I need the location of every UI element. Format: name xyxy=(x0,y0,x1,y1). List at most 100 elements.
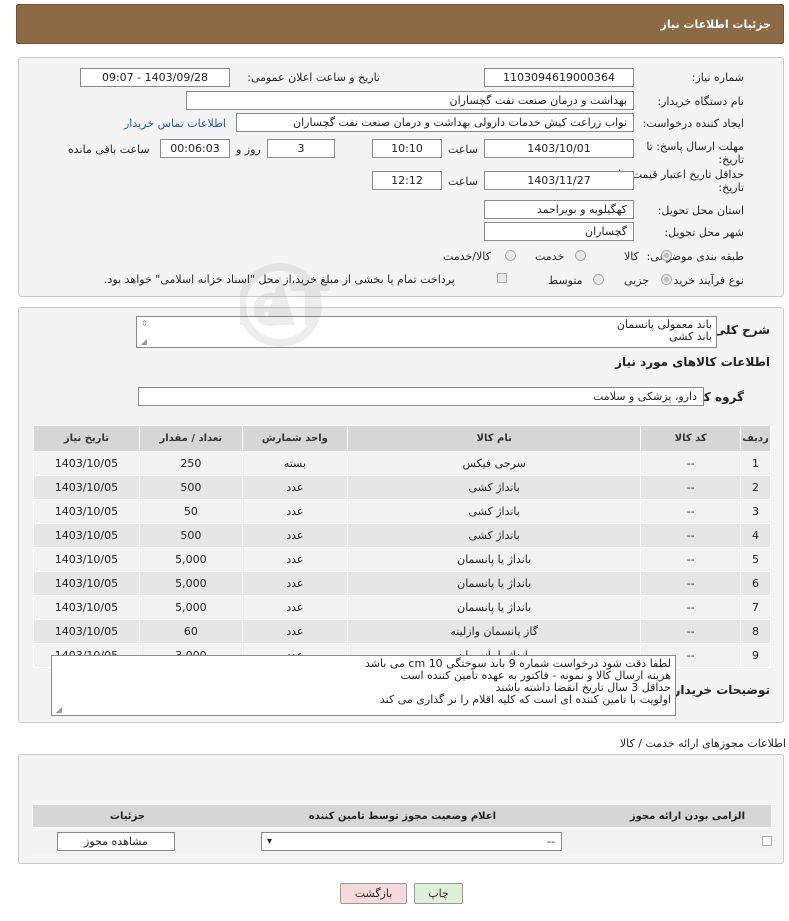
cell-name: گاز پانسمان وازلینه xyxy=(346,619,642,644)
city-field: گچساران xyxy=(484,222,634,241)
permit-status-value: -- xyxy=(547,835,555,848)
treasury-payment-checkbox[interactable] xyxy=(497,273,507,283)
permits-col-required: الزامی بودن ارائه مجوز xyxy=(629,811,745,822)
scroll-arrows-icon[interactable]: ⇳ xyxy=(141,318,148,330)
print-button[interactable]: چاپ xyxy=(414,883,463,904)
requester-field: نواب زراعت کیش خدمات دارولی بهداشت و درم… xyxy=(236,113,634,132)
col-date: تاریخ نیاز xyxy=(33,425,140,452)
validity-date-field: 1403/11/27 xyxy=(484,171,634,190)
permit-status-select[interactable]: ▾ -- xyxy=(261,832,562,851)
table-row: 8 -- گاز پانسمان وازلینه عدد 60 1403/10/05 xyxy=(33,619,771,644)
validity-label: حداقل تاریخ اعتبار قیمت: تا xyxy=(618,168,744,181)
need-number-field: 1103094619000364 xyxy=(484,68,634,87)
cell-name: بانداژ یا پانسمان xyxy=(346,547,642,572)
cell-date: 1403/10/05 xyxy=(33,523,140,548)
process-radio-medium[interactable] xyxy=(593,274,604,285)
remaining-time-field: 00:06:03 xyxy=(160,139,230,158)
announce-datetime-field: 1403/09/28 - 09:07 xyxy=(80,68,230,87)
cell-unit: عدد xyxy=(241,571,348,596)
cell-row: 2 xyxy=(740,475,771,500)
buyer-contact-link[interactable]: اطلاعات تماس خریدار xyxy=(124,117,226,130)
general-description-textarea[interactable]: باند معمولی پانسمان باند کشی ⇳ ◢ xyxy=(136,316,717,348)
cell-code: -- xyxy=(640,499,742,524)
cell-code: -- xyxy=(640,571,742,596)
col-code: کد کالا xyxy=(640,425,742,452)
items-table-header: ردیف کد کالا نام کالا واحد شمارش تعداد /… xyxy=(33,425,771,452)
cell-date: 1403/10/05 xyxy=(33,451,140,476)
cell-qty: 60 xyxy=(138,619,243,644)
cell-qty: 250 xyxy=(138,451,243,476)
buyer-notes-textarea[interactable]: لطفا دقت شود درخواست شماره 9 باند سوختگی… xyxy=(51,655,676,716)
cell-name: بانداژ کشی xyxy=(346,523,642,548)
permits-table-header: الزامی بودن ارائه مجوز اعلام وضعیت مجوز … xyxy=(32,804,772,828)
col-qty: تعداد / مقدار xyxy=(138,425,243,452)
cell-unit: عدد xyxy=(241,523,348,548)
cell-code: -- xyxy=(640,475,742,500)
treasury-payment-note: پرداخت تمام یا بخشی از مبلغ خرید،از محل … xyxy=(104,273,455,286)
cell-code: -- xyxy=(640,619,742,644)
permits-col-status: اعلام وضعیت مجوز توسط تامین کننده xyxy=(308,811,496,822)
goods-group-field: دارو، پزشکی و سلامت xyxy=(138,387,704,406)
table-row: 2 -- بانداژ کشی عدد 500 1403/10/05 xyxy=(33,475,771,500)
process-option-minor: جزیی xyxy=(624,274,650,287)
deadline-time-word: ساعت xyxy=(448,143,478,156)
page-header: جزئیات اطلاعات نیاز xyxy=(16,4,784,44)
deadline-date-label: تاریخ: xyxy=(718,153,744,166)
cell-row: 6 xyxy=(740,571,771,596)
cell-row: 3 xyxy=(740,499,771,524)
city-label: شهر محل تحویل: xyxy=(664,226,744,239)
category-option-service: خدمت xyxy=(535,250,565,263)
cell-name: بانداژ کشی xyxy=(346,499,642,524)
cell-code: -- xyxy=(640,451,742,476)
resize-grip-icon[interactable]: ◢ xyxy=(54,706,62,714)
cell-qty: 500 xyxy=(138,523,243,548)
validity-time-word: ساعت xyxy=(448,175,478,188)
process-option-medium: متوسط xyxy=(548,274,583,287)
table-row: 3 -- بانداژ کشی عدد 50 1403/10/05 xyxy=(33,499,771,524)
process-radio-minor[interactable] xyxy=(661,274,672,285)
cell-name: بانداژ یا پانسمان xyxy=(346,571,642,596)
view-permit-button[interactable]: مشاهده مجوز xyxy=(57,832,175,851)
description-line-1: باند معمولی پانسمان xyxy=(616,318,712,331)
cell-date: 1403/10/05 xyxy=(33,619,140,644)
requester-label: ایجاد کننده درخواست: xyxy=(642,117,744,130)
table-row: 6 -- بانداژ یا پانسمان عدد 5,000 1403/10/05 xyxy=(33,571,771,596)
cell-date: 1403/10/05 xyxy=(33,571,140,596)
category-radio-service[interactable] xyxy=(575,250,586,261)
cell-row: 1 xyxy=(740,451,771,476)
cell-unit: عدد xyxy=(241,499,348,524)
cell-code: -- xyxy=(640,523,742,548)
cell-unit: عدد xyxy=(241,619,348,644)
need-number-label: شماره نیاز: xyxy=(691,71,744,84)
cell-row: 8 xyxy=(740,619,771,644)
cell-qty: 500 xyxy=(138,475,243,500)
back-button[interactable]: بازگشت xyxy=(340,883,407,904)
cell-qty: 5,000 xyxy=(138,571,243,596)
chevron-down-icon: ▾ xyxy=(267,836,273,847)
page-title: جزئیات اطلاعات نیاز xyxy=(660,18,772,31)
cell-unit: بسته xyxy=(241,451,348,476)
announce-label: تاریخ و ساعت اعلان عمومی: xyxy=(247,71,380,84)
cell-row: 5 xyxy=(740,547,771,572)
deadline-time-field: 10:10 xyxy=(372,139,442,158)
validity-date-label: تاریخ: xyxy=(718,181,744,194)
cell-qty: 5,000 xyxy=(138,547,243,572)
permit-required-checkbox[interactable] xyxy=(762,836,772,846)
cell-row: 9 xyxy=(740,643,771,668)
cell-date: 1403/10/05 xyxy=(33,499,140,524)
category-radio-both[interactable] xyxy=(505,250,516,261)
validity-time-field: 12:12 xyxy=(372,171,442,190)
days-word: روز و xyxy=(236,143,261,156)
category-radio-goods[interactable] xyxy=(661,250,672,261)
remaining-word: ساعت باقی مانده xyxy=(68,143,150,156)
deadline-label: مهلت ارسال پاسخ: تا xyxy=(646,140,744,153)
resize-grip-icon[interactable]: ◢ xyxy=(139,338,147,346)
buyer-notes-label: توضیحات خریدار: xyxy=(668,683,770,697)
col-unit: واحد شمارش xyxy=(241,425,348,452)
table-row: 5 -- بانداژ یا پانسمان عدد 5,000 1403/10/05 xyxy=(33,547,771,572)
province-label: استان محل تحویل: xyxy=(657,204,744,217)
days-field: 3 xyxy=(267,139,335,158)
cell-row: 7 xyxy=(740,595,771,620)
province-field: کهگیلویه و بویراحمد xyxy=(484,200,634,219)
cell-date: 1403/10/05 xyxy=(33,595,140,620)
